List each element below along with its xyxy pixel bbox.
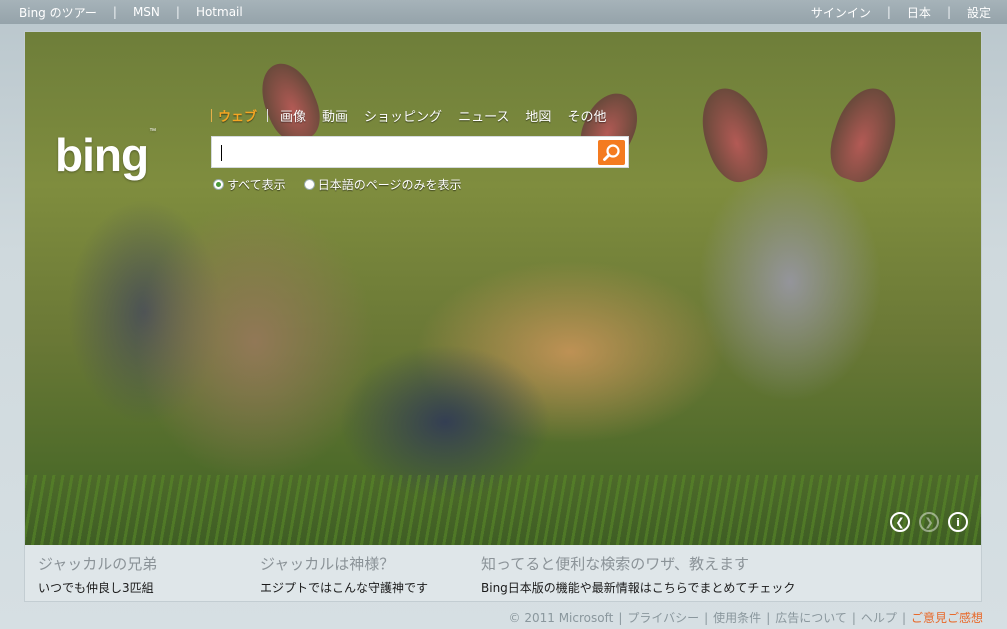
hotspot-title[interactable]: ジャッカルは神様？: [260, 553, 428, 574]
scope-shopping[interactable]: ショッピング: [364, 106, 442, 125]
jackal-ear: [251, 55, 329, 149]
copyright: © 2011 Microsoft: [508, 610, 614, 625]
jackal-ear: [821, 80, 907, 189]
hotspot-3[interactable]: 知ってると便利な検索のワザ、教えます Bing日本版の機能や最新情報はこちらでま…: [481, 553, 795, 596]
radio-all-label: すべて表示: [227, 178, 286, 192]
privacy-link[interactable]: プライバシー: [627, 609, 699, 626]
radio-button[interactable]: [303, 179, 315, 190]
separator: |: [901, 610, 906, 625]
feedback-link[interactable]: ご意見ご感想: [911, 609, 983, 626]
logo-tm: ™: [149, 128, 156, 135]
bing-logo[interactable]: bing™: [55, 128, 156, 182]
advertise-link[interactable]: 広告について: [775, 609, 847, 626]
main-frame: bing™ ウェブ 画像 動画 ショッピング ニュース 地図 その他 すべて表示…: [24, 31, 982, 602]
scope-marker: [211, 109, 212, 122]
radio-japanese-label: 日本語のページのみを表示: [317, 178, 462, 192]
region-link[interactable]: 日本: [907, 4, 931, 21]
info-icon[interactable]: i: [948, 512, 968, 532]
radio-all[interactable]: すべて表示: [213, 176, 286, 193]
hotspot-2[interactable]: ジャッカルは神様？ エジプトではこんな守護神です: [260, 553, 428, 596]
prev-icon[interactable]: ❮: [890, 512, 910, 532]
separator: |: [175, 5, 180, 19]
hotspot-title[interactable]: 知ってると便利な検索のワザ、教えます: [481, 553, 795, 574]
top-bar-left: Bing のツアー | MSN | Hotmail: [19, 4, 243, 21]
help-link[interactable]: ヘルプ: [861, 609, 897, 626]
scope-divider: [267, 109, 269, 122]
radio-japanese-only[interactable]: 日本語のページのみを表示: [303, 176, 462, 193]
scope-more[interactable]: その他: [567, 106, 606, 125]
scope-videos[interactable]: 動画: [322, 106, 348, 125]
hotspot-subtitle[interactable]: Bing日本版の機能や最新情報はこちらでまとめてチェック: [481, 579, 795, 596]
hotspot-subtitle[interactable]: エジプトではこんな守護神です: [260, 579, 428, 596]
search-scopes: ウェブ 画像 動画 ショッピング ニュース 地図 その他: [211, 106, 622, 125]
hotspot-title[interactable]: ジャッカルの兄弟: [38, 553, 157, 574]
logo-text: bing: [55, 129, 149, 181]
separator: |: [766, 610, 771, 625]
search-button[interactable]: [598, 140, 625, 165]
text-caret: [221, 145, 222, 161]
top-bar: Bing のツアー | MSN | Hotmail サインイン | 日本 | 設…: [0, 0, 1007, 24]
scope-maps[interactable]: 地図: [525, 106, 551, 125]
hotspot-subtitle[interactable]: いつでも仲良し3匹組: [38, 579, 157, 596]
scope-web[interactable]: ウェブ: [218, 106, 257, 125]
language-filter: すべて表示 日本語のページのみを表示: [213, 176, 479, 193]
footer: © 2011 Microsoft | プライバシー | 使用条件 | 広告につい…: [509, 609, 983, 626]
jackal-ear: [691, 80, 777, 189]
scope-images[interactable]: 画像: [280, 106, 306, 125]
separator: |: [851, 610, 856, 625]
hero-controls: ❮ ❯ i: [890, 512, 977, 532]
separator: |: [618, 610, 623, 625]
scope-news[interactable]: ニュース: [458, 106, 509, 125]
search-icon: [603, 144, 620, 161]
separator: |: [112, 5, 117, 19]
terms-link[interactable]: 使用条件: [713, 609, 761, 626]
separator: |: [704, 610, 709, 625]
hero-image: bing™ ウェブ 画像 動画 ショッピング ニュース 地図 その他 すべて表示…: [25, 32, 981, 545]
next-icon[interactable]: ❯: [919, 512, 939, 532]
separator: |: [946, 5, 951, 19]
hotmail-link[interactable]: Hotmail: [196, 5, 243, 19]
sign-in-link[interactable]: サインイン: [811, 4, 871, 21]
radio-button-selected[interactable]: [213, 179, 224, 190]
bing-tour-link[interactable]: Bing のツアー: [19, 4, 97, 21]
separator: |: [886, 5, 891, 19]
search-box: [211, 136, 629, 168]
top-bar-right: サインイン | 日本 | 設定: [811, 4, 991, 21]
hotspot-strip: ジャッカルの兄弟 いつでも仲良し3匹組 ジャッカルは神様？ エジプトではこんな守…: [25, 545, 981, 601]
settings-link[interactable]: 設定: [967, 4, 991, 21]
grass: [25, 475, 981, 545]
msn-link[interactable]: MSN: [133, 5, 160, 19]
search-input[interactable]: [218, 141, 588, 163]
hotspot-1[interactable]: ジャッカルの兄弟 いつでも仲良し3匹組: [38, 553, 157, 596]
